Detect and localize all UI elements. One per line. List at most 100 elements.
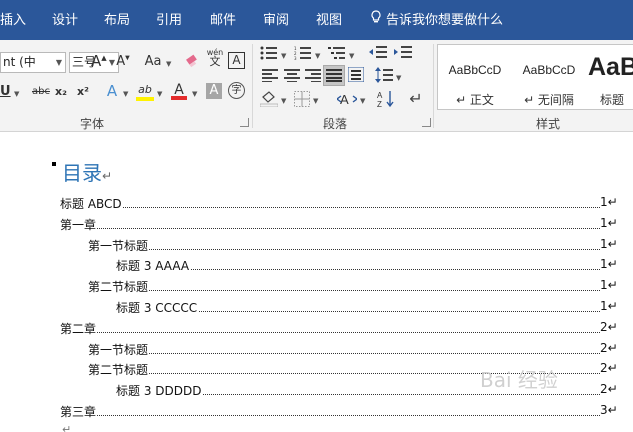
tab-review[interactable]: 审阅 [263, 0, 289, 40]
toc-entry-text: 第一节标题 [88, 237, 150, 254]
toc-page-number: 3↵ [600, 403, 622, 417]
toc-page-number: 2↵ [600, 382, 622, 396]
chevron-down-icon: ▼ [315, 52, 321, 60]
toc-entry[interactable]: 第一章 1↵ [60, 216, 622, 234]
decrease-indent-icon[interactable] [369, 45, 387, 62]
align-center-icon[interactable] [284, 69, 300, 85]
style-normal[interactable]: AaBbCcD ↵ 正文 [440, 53, 510, 113]
toc-page-number: 2↵ [600, 361, 622, 375]
subscript-icon[interactable]: x₂ [54, 85, 68, 98]
chevron-down-icon: ▼ [281, 97, 287, 105]
toc-entry[interactable]: 第一节标题 1↵ [88, 237, 622, 255]
bullets-icon[interactable] [260, 46, 278, 63]
tell-me-search[interactable]: 告诉我你想要做什么 [368, 0, 503, 40]
chevron-down-icon: ▼ [14, 90, 20, 98]
styles-group-label: 样式 [536, 117, 561, 131]
toc-page-number: 1↵ [600, 195, 622, 209]
toc-page-number: 1↵ [600, 237, 622, 251]
watermark-logo: Bai 经验 [480, 368, 558, 392]
toc-entry-text: 第一章 [60, 216, 98, 233]
return-mark: ↵ [102, 169, 113, 183]
chevron-down-icon: ▼ [281, 52, 287, 60]
toc-entry-text: 标题 3 CCCCC [116, 299, 199, 316]
highlight-swatch [136, 97, 154, 101]
toc-leader-dots [60, 207, 604, 208]
highlight-icon[interactable]: ab [136, 83, 154, 101]
toc-entry[interactable]: 标题 3 AAAA 1↵ [116, 257, 622, 275]
style-name: 标题 [600, 93, 625, 107]
tab-mailings[interactable]: 邮件 [210, 0, 236, 40]
multilevel-list-icon[interactable] [328, 46, 346, 63]
tab-references[interactable]: 引用 [156, 0, 182, 40]
toc-entry[interactable]: 第二章 2↵ [60, 320, 622, 338]
shrink-font-icon[interactable]: A▼ [116, 54, 130, 69]
style-sample: AaB [588, 53, 633, 81]
style-sample: AaBbCcD [448, 63, 502, 77]
toc-entry-text: 第二章 [60, 320, 98, 337]
chinese-layout-icon[interactable]: A [336, 91, 358, 110]
phonetic-guide-icon[interactable]: wén 文 [206, 48, 224, 67]
font-color-icon[interactable]: A [171, 82, 187, 100]
toc-entry[interactable]: 标题 ABCD 1↵ [60, 195, 622, 213]
font-group-label: 字体 [80, 117, 105, 131]
superscript-icon[interactable]: x² [76, 85, 90, 98]
paragraph-group-label: 段落 [323, 117, 348, 131]
enclose-characters-icon[interactable]: 字 [228, 82, 245, 99]
toc-entry-text: 第一节标题 [88, 341, 150, 358]
paragraph-anchor-mark [52, 162, 56, 166]
tab-view[interactable]: 视图 [316, 0, 342, 40]
increase-indent-icon[interactable] [394, 45, 412, 62]
text-effects-icon[interactable]: A [104, 82, 120, 100]
toc-entry-text: 标题 3 DDDDD [116, 382, 203, 399]
borders-icon[interactable] [294, 91, 310, 110]
paint-shading-icon[interactable] [259, 91, 279, 110]
align-right-icon[interactable] [305, 69, 321, 85]
toc-entry-text: 第二节标题 [88, 278, 150, 295]
paragraph-dialog-launcher[interactable] [422, 118, 431, 127]
font-name-combo[interactable]: nt (中 ▼ [0, 52, 66, 73]
underline-icon[interactable]: U [0, 84, 11, 99]
svg-text:A: A [340, 92, 349, 107]
chevron-down-icon: ▼ [166, 60, 172, 68]
toc-entry[interactable]: 标题 3 CCCCC 1↵ [116, 299, 622, 317]
character-shading-icon[interactable]: A [206, 83, 222, 99]
justify-icon[interactable] [323, 65, 345, 86]
pilcrow-icon[interactable]: ↵ [409, 89, 423, 108]
clear-formatting-icon[interactable] [185, 53, 201, 72]
align-left-icon[interactable] [262, 69, 278, 85]
tab-design[interactable]: 设计 [52, 0, 78, 40]
sort-icon[interactable]: AZ [377, 90, 395, 111]
toc-entry-text: 标题 ABCD [60, 195, 123, 212]
chevron-down-icon: ▼ [108, 58, 115, 67]
strikethrough-icon[interactable]: abc [30, 86, 52, 97]
lightbulb-icon [368, 0, 384, 42]
toc-page-number: 2↵ [600, 341, 622, 355]
style-heading[interactable]: AaB 标题 [588, 53, 633, 113]
distributed-icon[interactable] [347, 66, 365, 85]
toc-page-number: 1↵ [600, 216, 622, 230]
toc-page-number: 2↵ [600, 320, 622, 334]
tab-layout[interactable]: 布局 [104, 0, 130, 40]
numbering-icon[interactable]: 123 [294, 46, 312, 63]
toc-entry-text: 标题 3 AAAA [116, 257, 191, 274]
chevron-down-icon: ▼ [123, 90, 129, 98]
chevron-down-icon: ▼ [157, 90, 163, 98]
line-spacing-icon[interactable] [375, 67, 393, 86]
chevron-down-icon: ▼ [192, 90, 198, 98]
toc-entry[interactable]: 第三章 3↵ [60, 403, 622, 421]
toc-entry[interactable]: 第二节标题 1↵ [88, 278, 622, 296]
svg-text:3: 3 [294, 56, 297, 60]
style-name: ↵ 无间隔 [524, 93, 574, 107]
grow-font-icon[interactable]: A▲ [91, 52, 107, 70]
ribbon-tab-bar: 插入 设计 布局 引用 邮件 审阅 视图 告诉我你想要做什么 [0, 0, 633, 40]
character-border-icon[interactable]: A [228, 52, 245, 69]
toc-entry-text: 第三章 [60, 403, 98, 420]
style-no-spacing[interactable]: AaBbCcD ↵ 无间隔 [514, 53, 584, 113]
style-sample: AaBbCcD [522, 63, 576, 77]
chevron-down-icon: ▼ [313, 97, 319, 105]
ribbon: nt (中 ▼ 三号 ▼ A▲ A▼ Aa ▼ wén 文 A U ▼ abc x₂ … [0, 40, 633, 132]
toc-entry[interactable]: 第一节标题 2↵ [88, 341, 622, 359]
change-case-icon[interactable]: Aa [141, 54, 165, 69]
tab-insert[interactable]: 插入 [0, 0, 26, 40]
font-dialog-launcher[interactable] [240, 118, 249, 127]
